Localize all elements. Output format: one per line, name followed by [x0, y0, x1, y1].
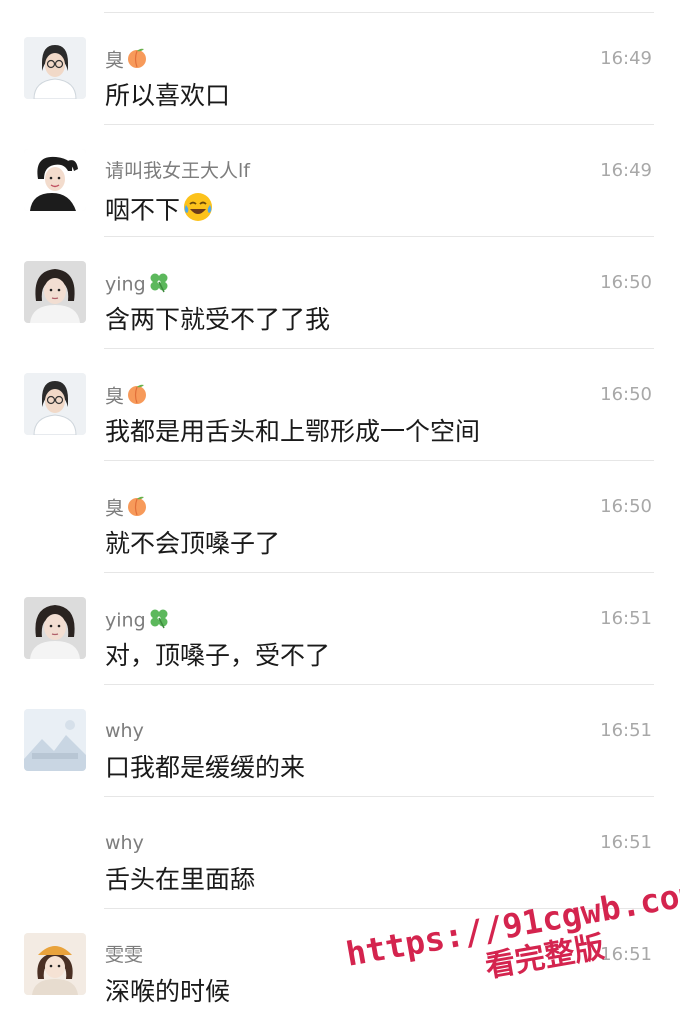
message-text: 舌头在里面舔: [105, 865, 256, 894]
chat-message[interactable]: ying 16:50 含两下就受不了了我: [0, 237, 680, 349]
sender-name: 臭: [105, 47, 148, 75]
sender-name: ying: [105, 271, 170, 299]
timestamp: 16:50: [600, 272, 652, 293]
avatar[interactable]: [24, 597, 86, 659]
timestamp: 16:51: [600, 608, 652, 629]
chat-message[interactable]: 请叫我女王大人lf 16:49 咽不下: [0, 125, 680, 237]
timestamp: 16:50: [600, 496, 652, 517]
sender-name: 雯雯: [105, 944, 144, 966]
timestamp: 16:50: [600, 384, 652, 405]
timestamp: 16:49: [600, 160, 652, 181]
sender-name: ying: [105, 607, 170, 635]
clover-icon: [148, 607, 170, 635]
chat-message[interactable]: 臭 16:50 我都是用舌头和上鄂形成一个空间: [0, 349, 680, 461]
message-text: 我都是用舌头和上鄂形成一个空间: [105, 417, 481, 446]
sender-name: 臭: [105, 495, 148, 523]
avatar[interactable]: [24, 373, 86, 435]
sender-name: why: [105, 832, 144, 854]
message-text: 所以喜欢口: [105, 81, 231, 110]
message-text: 深喉的时候: [105, 977, 231, 1006]
chat-message[interactable]: why 16:51 口我都是缓缓的来: [0, 685, 680, 797]
message-text: 咽不下: [105, 191, 214, 232]
peach-icon: [126, 495, 148, 523]
avatar[interactable]: [24, 37, 86, 99]
chat-message[interactable]: 臭 16:49 所以喜欢口: [0, 13, 680, 125]
sender-name: 请叫我女王大人lf: [105, 160, 250, 182]
message-text: 对，顶嗓子，受不了: [105, 641, 331, 670]
timestamp: 16:49: [600, 48, 652, 69]
avatar[interactable]: [24, 149, 86, 211]
sender-name: 臭: [105, 383, 148, 411]
avatar[interactable]: [24, 709, 86, 771]
sender-name: why: [105, 720, 144, 742]
chat-message[interactable]: ying 16:51 对，顶嗓子，受不了: [0, 573, 680, 685]
avatar[interactable]: [24, 933, 86, 995]
chat-message[interactable]: 臭 16:50 就不会顶嗓子了: [0, 461, 680, 573]
peach-icon: [126, 383, 148, 411]
peach-icon: [126, 47, 148, 75]
clover-icon: [148, 271, 170, 299]
timestamp: 16:51: [600, 720, 652, 741]
message-text: 就不会顶嗓子了: [105, 529, 281, 558]
avatar[interactable]: [24, 261, 86, 323]
message-text: 含两下就受不了了我: [105, 305, 331, 334]
message-text: 口我都是缓缓的来: [105, 753, 306, 782]
laughing-crying-icon: [182, 191, 214, 232]
